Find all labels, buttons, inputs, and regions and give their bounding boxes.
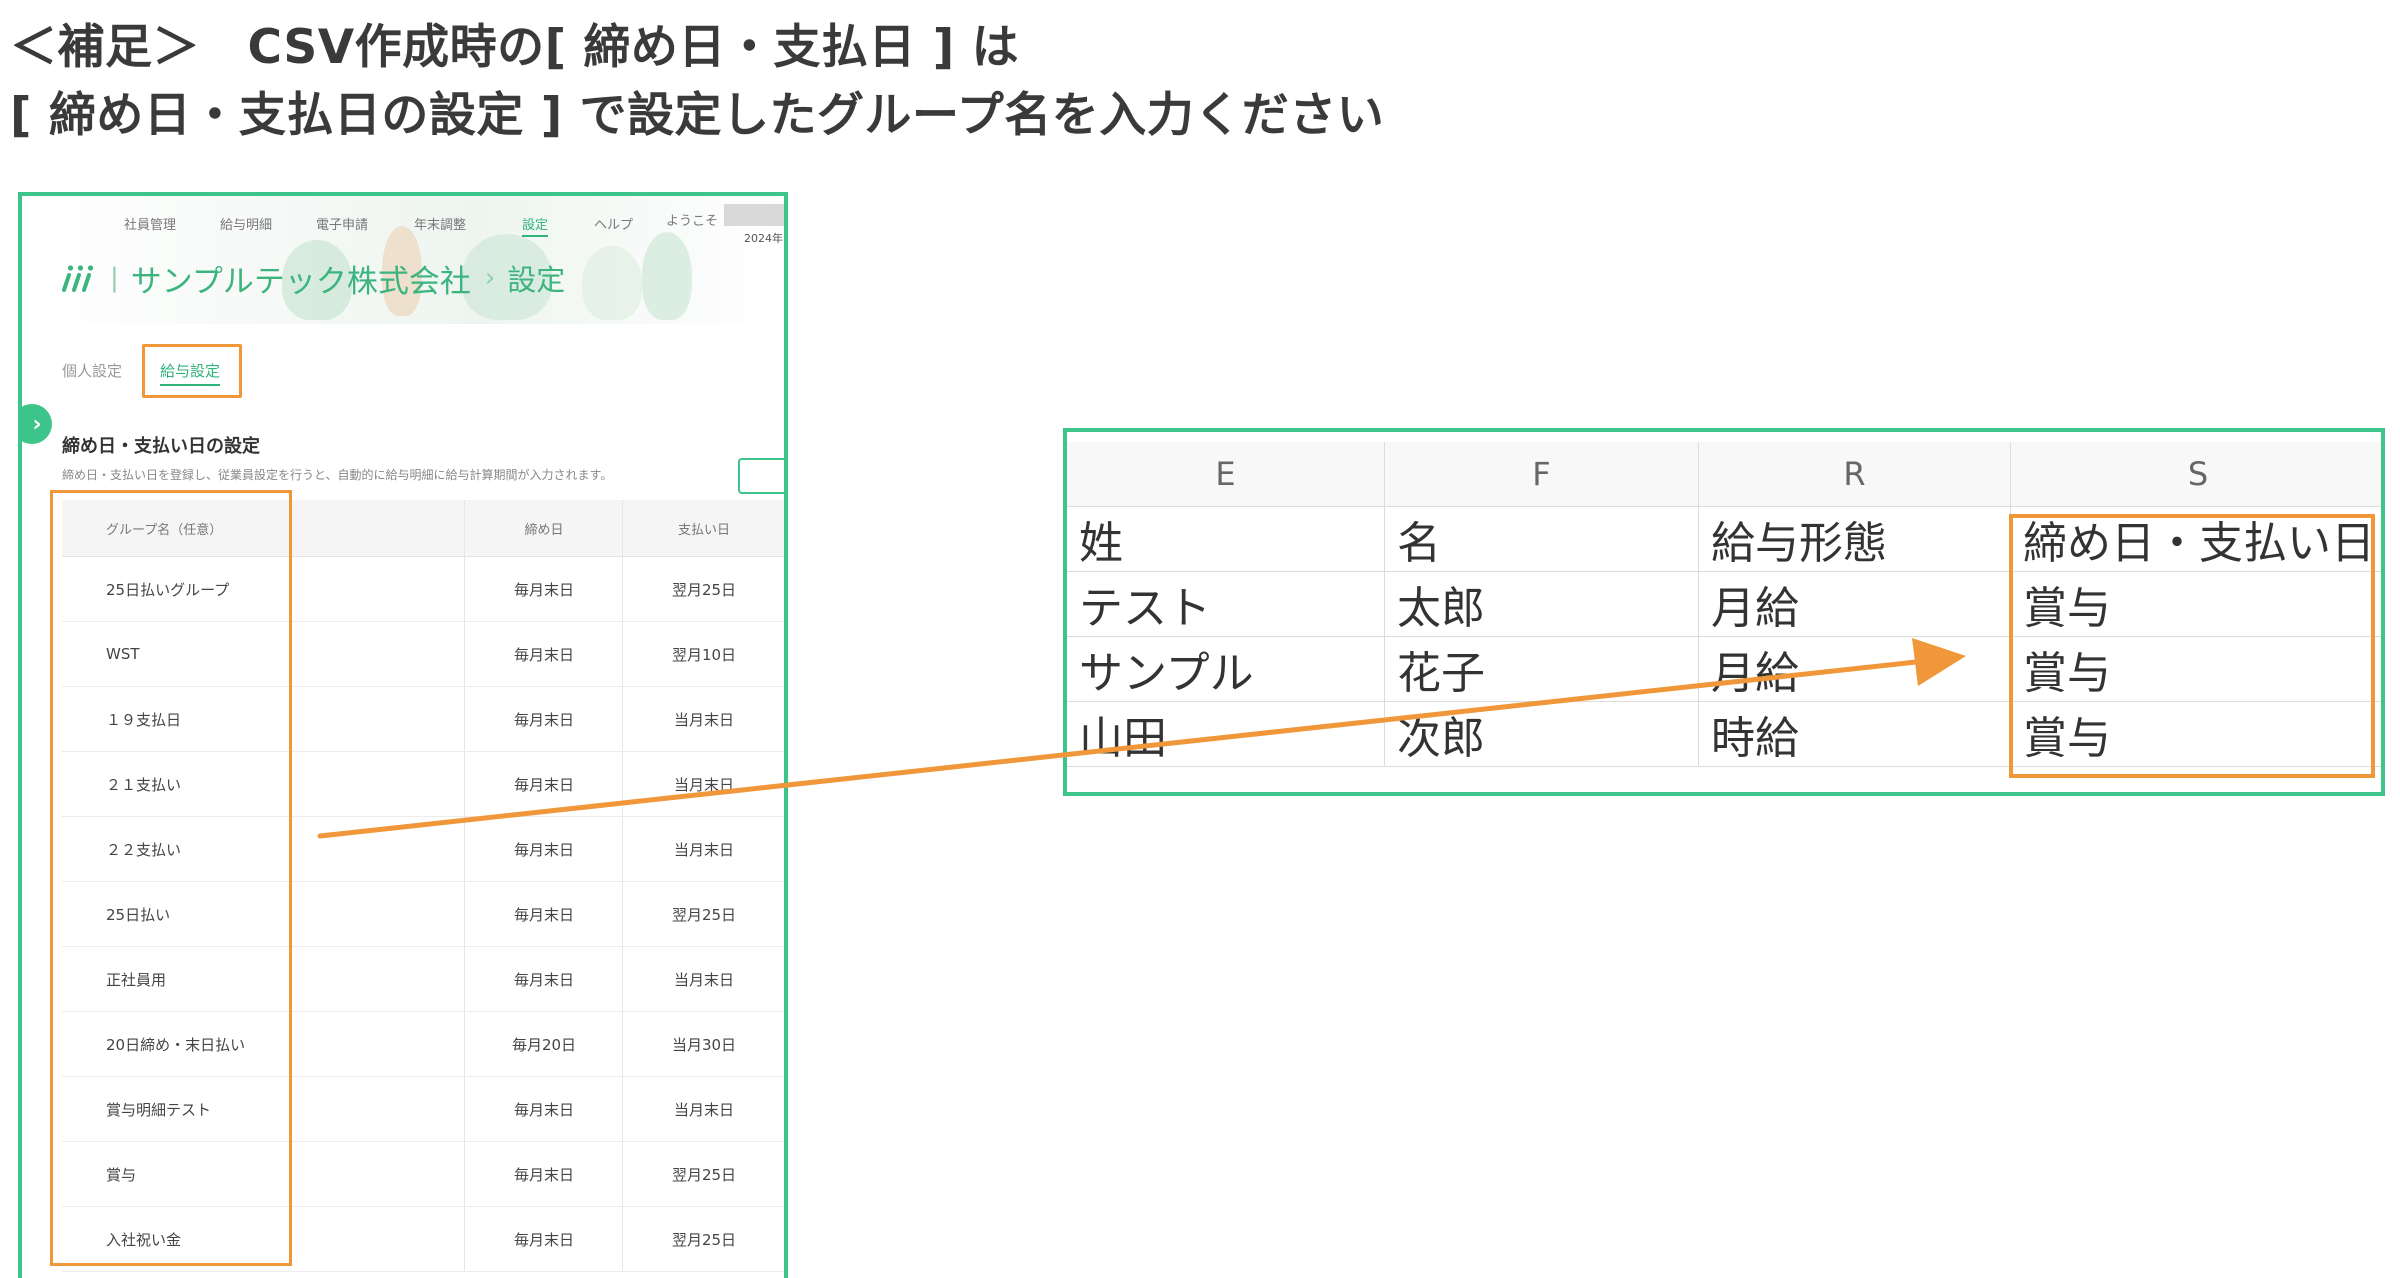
banner-illustration [582,246,642,320]
csv-cell[interactable]: 名 [1385,507,1699,571]
csv-cell[interactable]: 太郎 [1385,572,1699,636]
section-description: 締め日・支払い日を登録し、従業員設定を行うと、自動的に給与明細に給与計算期間が入… [62,468,613,482]
section-title: 締め日・支払い日の設定 [62,436,260,457]
note-line-1: ＜補足＞ CSV作成時の[ 締め日・支払日 ] は [10,20,1020,75]
csv-spreadsheet-panel: E F R S 姓 名 給与形態 締め日・支払い日 テスト 太郎 月給 賞与 サ… [1063,428,2385,796]
csv-cell[interactable]: サンプル [1067,637,1385,701]
pay-date-cell: 翌月10日 [622,622,784,686]
tab-payroll-settings[interactable]: 給与設定 [160,360,221,386]
csv-cell[interactable]: 月給 [1699,637,2011,701]
nav-item-settings[interactable]: 設定 [522,214,549,237]
expand-sidebar-button[interactable]: › [22,404,52,444]
pay-date-cell: 当月末日 [622,1077,784,1141]
header-pay-date: 支払い日 [622,500,784,556]
csv-cell[interactable]: 給与形態 [1699,507,2011,571]
closing-date-cell: 毎月末日 [464,882,623,946]
column-header[interactable]: F [1385,442,1699,506]
pay-date-cell: 翌月25日 [622,1142,784,1206]
column-header[interactable]: R [1699,442,2011,506]
pay-date-cell: 当月末日 [622,947,784,1011]
pay-date-cell: 翌月25日 [622,882,784,946]
user-name-redacted [724,204,784,226]
note-line-2: [ 締め日・支払日の設定 ] で設定したグループ名を入力ください [10,88,1385,143]
highlight-group-name-column [50,490,292,1266]
closing-date-cell: 毎月末日 [464,1077,623,1141]
pay-date-cell: 翌月25日 [622,1207,784,1271]
banner-illustration [642,232,692,320]
closing-date-cell: 毎月末日 [464,1142,623,1206]
closing-date-cell: 毎月末日 [464,557,623,621]
nav-item-payslips[interactable]: 給与明細 [220,214,272,233]
header-banner: 社員管理 給与明細 電子申請 年末調整 設定 ヘルプ ようこそ 2024年 | … [22,196,784,324]
closing-date-cell: 毎月末日 [464,752,623,816]
chevron-right-icon: › [32,411,42,437]
column-header[interactable]: E [1067,442,1385,506]
logo-icon [62,265,94,292]
date-text: 2024年 [744,232,783,245]
closing-date-cell: 毎月末日 [464,687,623,751]
highlight-column-s [2009,514,2375,778]
logo-row: | サンプルテック株式会社 › 設定 [58,256,565,300]
nav-item-e-application[interactable]: 電子申請 [316,214,368,233]
closing-date-cell: 毎月末日 [464,947,623,1011]
csv-cell[interactable]: 姓 [1067,507,1385,571]
header-closing-date: 締め日 [464,500,623,556]
welcome-text: ようこそ [666,214,719,229]
breadcrumb-divider: | [110,263,119,293]
pay-date-cell: 当月末日 [622,687,784,751]
chevron-right-icon: › [484,263,496,293]
pay-date-cell: 当月30日 [622,1012,784,1076]
nav-item-year-end[interactable]: 年末調整 [414,214,466,233]
column-header-row: E F R S [1067,442,2381,507]
add-group-button[interactable] [738,458,784,494]
closing-date-cell: 毎月末日 [464,1207,623,1271]
nav-item-employees[interactable]: 社員管理 [124,214,176,233]
pay-date-cell: 翌月25日 [622,557,784,621]
nav-item-help[interactable]: ヘルプ [594,214,633,233]
closing-date-cell: 毎月末日 [464,817,623,881]
csv-cell[interactable]: 次郎 [1385,702,1699,766]
csv-cell[interactable]: 時給 [1699,702,2011,766]
company-name: サンプルテック株式会社 [130,263,471,300]
tab-personal-settings[interactable]: 個人設定 [62,360,122,381]
csv-cell[interactable]: 月給 [1699,572,2011,636]
pay-date-cell: 当月末日 [622,817,784,881]
csv-cell[interactable]: 山田 [1067,702,1385,766]
csv-cell[interactable]: テスト [1067,572,1385,636]
closing-date-cell: 毎月末日 [464,622,623,686]
column-header[interactable]: S [2011,442,2381,506]
breadcrumb-current: 設定 [507,263,566,297]
pay-date-cell: 当月末日 [622,752,784,816]
settings-screen-panel: 社員管理 給与明細 電子申請 年末調整 設定 ヘルプ ようこそ 2024年 | … [18,192,788,1278]
csv-cell[interactable]: 花子 [1385,637,1699,701]
closing-date-cell: 毎月20日 [464,1012,623,1076]
